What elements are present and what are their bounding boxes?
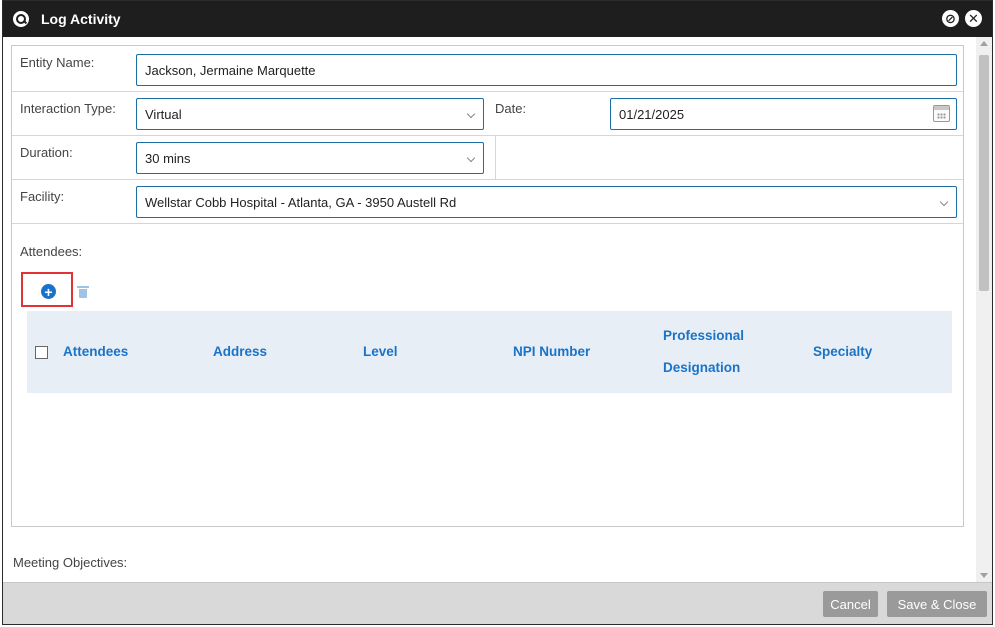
facility-select[interactable]: Wellstar Cobb Hospital - Atlanta, GA - 3… <box>136 186 957 218</box>
duration-label: Duration: <box>20 145 73 160</box>
scroll-thumb[interactable] <box>979 55 989 291</box>
search-icon <box>13 11 29 27</box>
save-close-button[interactable]: Save & Close <box>887 591 987 617</box>
select-all-checkbox[interactable] <box>35 346 48 359</box>
dialog-content: Entity Name: Jackson, Jermaine Marquette… <box>3 37 976 582</box>
column-professional-designation-line2[interactable]: Designation <box>663 352 740 384</box>
chevron-down-icon <box>466 153 476 163</box>
title-bar: Log Activity ⊘ ✕ <box>3 1 992 37</box>
entity-name-label: Entity Name: <box>20 55 95 70</box>
duration-row: Duration: 30 mins <box>12 136 963 180</box>
activity-form: Entity Name: Jackson, Jermaine Marquette… <box>11 45 964 527</box>
column-level[interactable]: Level <box>363 336 398 368</box>
attendees-label: Attendees: <box>20 244 83 259</box>
scroll-down-icon[interactable] <box>980 573 988 578</box>
column-npi-number[interactable]: NPI Number <box>513 336 590 368</box>
dialog-footer: Cancel Save & Close <box>3 582 992 624</box>
scroll-up-icon[interactable] <box>980 41 988 46</box>
interaction-type-select[interactable]: Virtual <box>136 98 484 130</box>
entity-name-row: Entity Name: Jackson, Jermaine Marquette <box>12 46 963 92</box>
chevron-down-icon <box>939 197 949 207</box>
facility-value: Wellstar Cobb Hospital - Atlanta, GA - 3… <box>145 195 457 210</box>
cancel-button[interactable]: Cancel <box>823 591 878 617</box>
vertical-scrollbar[interactable] <box>976 37 992 582</box>
column-address[interactable]: Address <box>213 336 267 368</box>
dialog-title: Log Activity <box>41 11 121 27</box>
interaction-type-value: Virtual <box>145 107 182 122</box>
facility-label: Facility: <box>20 189 65 204</box>
divider <box>495 136 496 180</box>
facility-row: Facility: Wellstar Cobb Hospital - Atlan… <box>12 180 963 224</box>
entity-name-value: Jackson, Jermaine Marquette <box>145 63 316 78</box>
interaction-type-label: Interaction Type: <box>20 101 116 116</box>
column-professional-designation-line1[interactable]: Professional <box>663 320 744 352</box>
date-label: Date: <box>495 101 527 116</box>
meeting-objectives-label: Meeting Objectives: <box>13 555 128 570</box>
log-activity-dialog: Log Activity ⊘ ✕ Entity Name: Jackson, J… <box>2 0 993 625</box>
chevron-down-icon <box>466 109 476 119</box>
column-attendees[interactable]: Attendees <box>63 336 128 368</box>
calendar-icon[interactable] <box>933 105 950 122</box>
column-specialty[interactable]: Specialty <box>813 336 872 368</box>
attendees-grid-header: Attendees Address Level NPI Number Profe… <box>27 311 952 393</box>
trash-lid <box>77 286 89 288</box>
trash-icon[interactable] <box>77 286 89 298</box>
close-icon[interactable]: ✕ <box>965 10 982 27</box>
add-circle-icon[interactable]: + <box>41 284 56 299</box>
duration-select[interactable]: 30 mins <box>136 142 484 174</box>
minimize-icon[interactable]: ⊘ <box>942 10 959 27</box>
entity-name-field[interactable]: Jackson, Jermaine Marquette <box>136 54 957 86</box>
interaction-date-row: Interaction Type: Virtual Date: 01/21/20… <box>12 92 963 136</box>
date-value: 01/21/2025 <box>619 107 685 122</box>
trash-can <box>79 289 87 298</box>
duration-value: 30 mins <box>145 151 191 166</box>
date-field[interactable]: 01/21/2025 <box>610 98 957 130</box>
